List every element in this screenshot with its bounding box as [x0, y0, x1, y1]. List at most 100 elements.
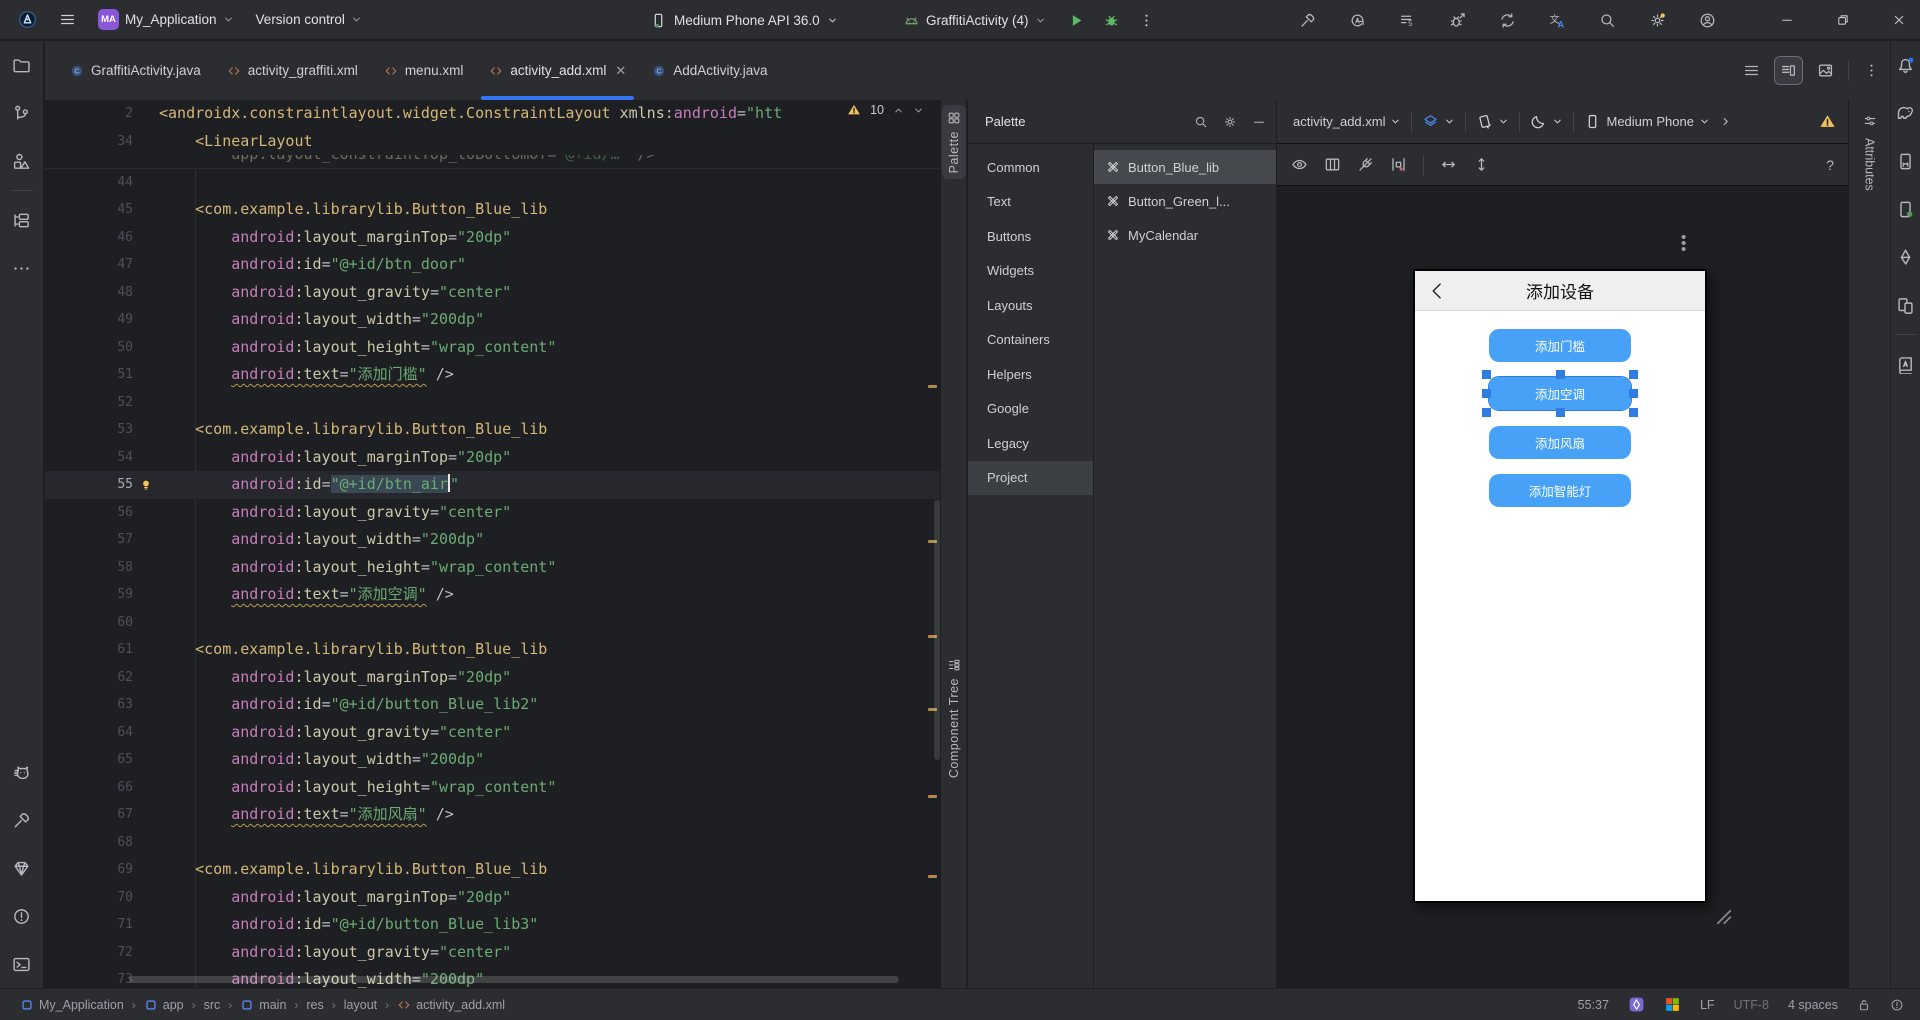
code-line[interactable]: 2 <androidx.constraintlayout.widget.Cons… — [45, 100, 940, 128]
horizontal-constraint-icon[interactable] — [1440, 156, 1457, 173]
code-line[interactable]: 62 android:layout_marginTop="20dp" — [45, 664, 940, 692]
palette-category-text[interactable]: Text — [968, 185, 1093, 220]
warning-stripe-mark[interactable] — [928, 795, 937, 798]
apply-changes-icon[interactable] — [1349, 12, 1366, 29]
hide-panel-icon[interactable] — [1252, 115, 1266, 129]
design-canvas[interactable]: • • • 添加设备 添加门槛 添加空调 添加风扇 添加智能灯 — [1277, 187, 1848, 988]
editor-tab[interactable]: activity_add.xml ✕ — [476, 41, 639, 100]
breadcrumb-item[interactable]: res — [306, 998, 323, 1012]
phone-preview[interactable]: 添加设备 添加门槛 添加空调 添加风扇 添加智能灯 — [1413, 269, 1707, 903]
translate-icon[interactable]: 文A — [1549, 12, 1566, 29]
columns-icon[interactable] — [1324, 156, 1341, 173]
unlock-icon[interactable] — [1857, 998, 1871, 1012]
more-actions-icon[interactable] — [1138, 12, 1155, 29]
build-variants-icon[interactable]: 5 — [1399, 12, 1416, 29]
debug-button[interactable] — [1103, 12, 1120, 29]
tool-gradle-button[interactable] — [1889, 96, 1920, 130]
palette-category-containers[interactable]: Containers — [968, 323, 1093, 358]
tool-translations-book-button[interactable] — [1889, 347, 1920, 381]
palette-category-helpers[interactable]: Helpers — [968, 357, 1093, 392]
code-line[interactable]: 70 android:layout_marginTop="20dp" — [45, 884, 940, 912]
code-line[interactable]: 61 <com.example.librarylib.Button_Blue_l… — [45, 636, 940, 664]
tool-build-hammer-button[interactable] — [5, 803, 39, 837]
code-line[interactable]: 51 android:text="添加门槛" /> — [45, 361, 940, 389]
autoconnect-off-icon[interactable] — [1357, 156, 1374, 173]
tool-terminal-button[interactable] — [5, 947, 39, 981]
code-line[interactable]: 57 android:layout_width="200dp" — [45, 526, 940, 554]
account-icon[interactable] — [1699, 12, 1716, 29]
palette-category-layouts[interactable]: Layouts — [968, 288, 1093, 323]
breadcrumb-item[interactable]: src — [204, 998, 221, 1012]
main-menu-icon[interactable] — [59, 11, 76, 28]
palette-category-widgets[interactable]: Widgets — [968, 254, 1093, 289]
palette-category-project[interactable]: Project — [968, 460, 1093, 495]
device-selector[interactable]: Medium Phone API 36.0 — [650, 0, 838, 40]
preview-button[interactable]: 添加智能灯 — [1489, 474, 1631, 507]
help-button[interactable]: ? — [1826, 157, 1834, 173]
error-circle-icon[interactable] — [1890, 998, 1904, 1012]
code-line[interactable]: 71 android:id="@+id/button_Blue_lib3" — [45, 911, 940, 939]
component-tree-tool-tab[interactable]: Component Tree — [942, 652, 966, 784]
view-options-button[interactable] — [1291, 156, 1308, 173]
restore-button[interactable] — [1836, 13, 1850, 27]
editor-tab[interactable]: activity_graffiti.xml — [214, 41, 371, 100]
tool-resource-manager-button[interactable] — [5, 144, 39, 178]
code-line[interactable]: 47 android:id="@+id/btn_door" — [45, 251, 940, 279]
split-view-button[interactable] — [1774, 56, 1803, 85]
tool-notifications-button[interactable] — [1889, 48, 1920, 82]
editor-tab[interactable]: C AddActivity.java — [639, 41, 780, 100]
settings-icon[interactable] — [1649, 12, 1666, 29]
code-line[interactable]: 69 <com.example.librarylib.Button_Blue_l… — [45, 856, 940, 884]
chevron-up-icon[interactable] — [893, 105, 904, 116]
tool-device-manager-button[interactable] — [1889, 144, 1920, 178]
breadcrumb-item[interactable]: main — [240, 998, 286, 1012]
design-view-icon[interactable] — [1817, 62, 1834, 79]
code-line[interactable]: 58 android:layout_height="wrap_content" — [45, 554, 940, 582]
build-hammer-icon[interactable] — [1299, 12, 1316, 29]
plugin-purple-icon[interactable] — [1628, 996, 1645, 1013]
breadcrumb-item[interactable]: activity_add.xml — [397, 998, 505, 1012]
code-line[interactable]: 54 android:layout_marginTop="20dp" — [45, 444, 940, 472]
editor-tab[interactable]: C GraffitiActivity.java — [57, 41, 214, 100]
editor-tab[interactable]: menu.xml — [371, 41, 477, 100]
code-line[interactable]: 49 android:layout_width="200dp" — [45, 306, 940, 334]
minimize-button[interactable] — [1780, 13, 1794, 27]
line-ending-indicator[interactable]: LF — [1700, 998, 1715, 1012]
warning-stripe-mark[interactable] — [928, 385, 937, 388]
palette-tool-tab[interactable]: Palette — [942, 105, 966, 180]
tool-project-folder-button[interactable] — [5, 48, 39, 82]
warning-stripe-mark[interactable] — [928, 875, 937, 878]
issues-warning-icon[interactable] — [1819, 113, 1836, 130]
code-line[interactable]: 67 android:text="添加风扇" /> — [45, 801, 940, 829]
microsoft-logo-icon[interactable] — [1664, 996, 1681, 1013]
canvas-menu-icon[interactable]: • • • — [1681, 230, 1686, 257]
code-line[interactable]: 52 — [45, 389, 940, 417]
search-icon[interactable] — [1599, 12, 1616, 29]
code-line[interactable]: 34 <LinearLayout — [45, 128, 940, 156]
profiler-icon[interactable] — [1449, 12, 1466, 29]
horizontal-scrollbar[interactable] — [129, 976, 899, 983]
tool-running-devices-button[interactable] — [1889, 192, 1920, 226]
breadcrumb-item[interactable]: My_Application — [20, 998, 124, 1012]
close-button[interactable] — [1892, 13, 1906, 27]
code-line[interactable]: 72 android:layout_gravity="center" — [45, 939, 940, 967]
surface-mode-button[interactable] — [1422, 113, 1455, 130]
preview-button[interactable]: 添加空调 — [1482, 370, 1638, 417]
tool-device-mirror-button[interactable] — [1889, 288, 1920, 322]
palette-category-buttons[interactable]: Buttons — [968, 219, 1093, 254]
search-icon[interactable] — [1194, 115, 1208, 129]
code-line[interactable]: 68 — [45, 829, 940, 857]
code-line[interactable]: 56 android:layout_gravity="center" — [45, 499, 940, 527]
palette-component[interactable]: Button_Blue_lib — [1094, 150, 1276, 184]
chevron-down-icon[interactable] — [913, 105, 924, 116]
code-line[interactable]: 44 — [45, 169, 940, 197]
tool-gem-button[interactable] — [5, 851, 39, 885]
palette-category-common[interactable]: Common — [968, 150, 1093, 185]
inspection-widget[interactable]: 10 — [847, 103, 924, 117]
code-line[interactable]: 50 android:layout_height="wrap_content" — [45, 334, 940, 362]
code-line[interactable]: 64 android:layout_gravity="center" — [45, 719, 940, 747]
code-line[interactable]: 66 android:layout_height="wrap_content" — [45, 774, 940, 802]
vertical-scrollbar[interactable] — [934, 500, 940, 760]
sync-project-icon[interactable] — [1499, 12, 1516, 29]
attributes-tool-tab[interactable]: Attributes — [1848, 100, 1890, 988]
